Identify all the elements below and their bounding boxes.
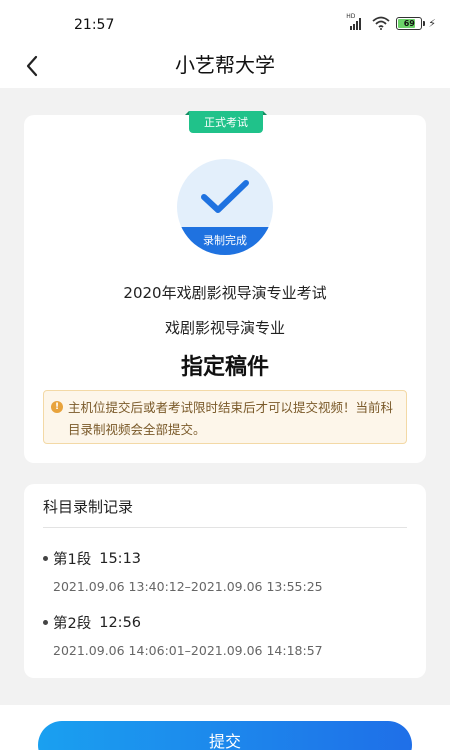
nav-bar: 小艺帮大学: [0, 44, 450, 88]
bullet-icon: [43, 556, 48, 561]
status-icons: HD 69 ⚡: [346, 13, 436, 30]
list-item: 第2段 12:56 2021.09.06 14:06:01–2021.09.06…: [43, 612, 407, 658]
segment-duration: 15:13: [99, 550, 142, 567]
wifi-icon: [372, 16, 390, 30]
status-bar: 21:57 HD 69 ⚡: [0, 0, 450, 44]
divider: [43, 527, 407, 528]
bullet-icon: [43, 620, 48, 625]
charging-icon: ⚡: [428, 16, 436, 30]
record-section-title: 科目录制记录: [43, 498, 134, 516]
recording-status: 录制完成: [177, 159, 273, 255]
exam-name: 2020年戏剧影视导演专业考试: [123, 284, 327, 302]
battery-level: 69: [403, 18, 415, 28]
segment-time-range: 2021.09.06 13:40:12–2021.09.06 13:55:25: [53, 579, 323, 594]
bottom-bar: 提交: [0, 705, 450, 750]
list-item: 第1段 15:13 2021.09.06 13:40:12–2021.09.06…: [43, 548, 407, 594]
segment-name: 第2段: [53, 616, 92, 632]
page-title: 小艺帮大学: [175, 53, 275, 77]
exam-type-badge: 正式考试: [185, 111, 267, 133]
battery-icon: 69: [396, 16, 426, 30]
check-icon: [201, 180, 249, 213]
recording-status-label: 录制完成: [177, 227, 273, 255]
submit-button[interactable]: 提交: [38, 721, 412, 750]
record-card: 科目录制记录 第1段 15:13 2021.09.06 13:40:12–202…: [24, 484, 426, 678]
major-name: 戏剧影视导演专业: [164, 319, 285, 337]
segment-time-range: 2021.09.06 14:06:01–2021.09.06 14:18:57: [53, 643, 323, 658]
notice-text: 主机位提交后或者考试限时结束后才可以提交视频！当前科目录制视频会全部提交。: [68, 400, 394, 437]
segment-name: 第1段: [53, 552, 92, 568]
signal-icon: HD: [346, 13, 366, 30]
exam-card: 正式考试 录制完成 2020年戏剧影视导演专业考试 戏剧影视导演专业 指定稿件 …: [24, 111, 426, 463]
segment-duration: 12:56: [99, 614, 142, 631]
notice-box: ! 主机位提交后或者考试限时结束后才可以提交视频！当前科目录制视频会全部提交。: [43, 390, 407, 444]
warning-icon: !: [51, 401, 63, 413]
status-time: 21:57: [74, 17, 115, 33]
assignment-title: 指定稿件: [180, 355, 269, 380]
